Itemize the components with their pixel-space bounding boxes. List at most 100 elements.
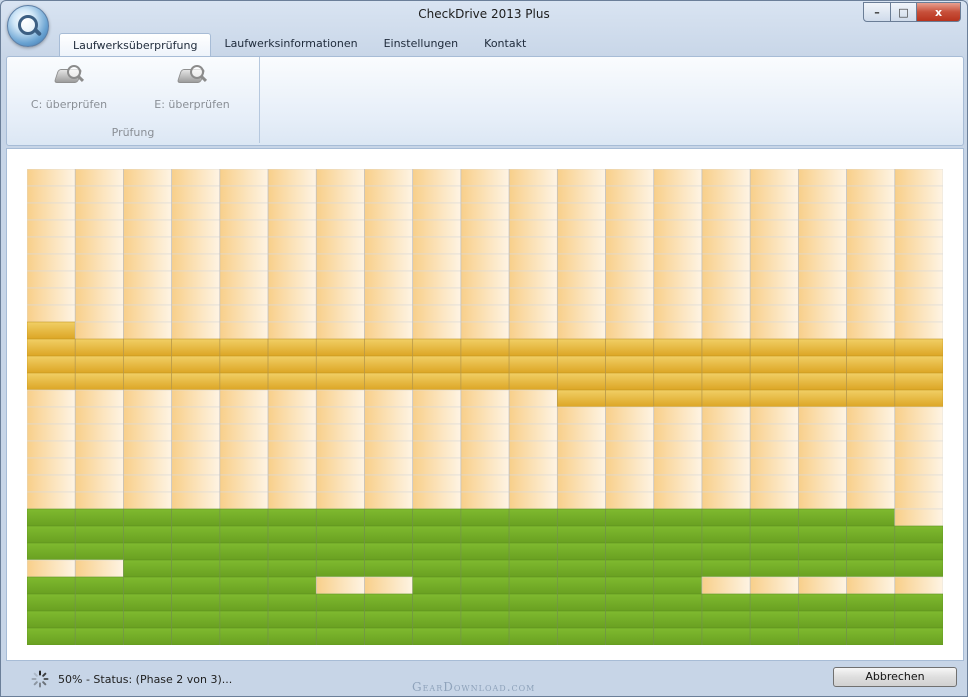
sector-cell-pending: [74, 236, 124, 255]
sector-cell-pending: [749, 474, 799, 493]
sector-cell-pending: [315, 202, 365, 221]
sector-cell-pending: [846, 423, 896, 442]
sector-cell-ok: [315, 627, 365, 645]
sector-cell-ok: [605, 627, 655, 645]
sector-cell-pending: [749, 202, 799, 221]
sector-cell-pending: [171, 406, 221, 425]
sector-cell-pending: [74, 169, 124, 187]
sector-cell-ok: [364, 610, 413, 629]
sector-cell-ok: [412, 559, 462, 578]
sector-cell-pending: [798, 304, 847, 323]
sector-cell-ok: [219, 610, 269, 629]
sector-cell-scanning: [508, 355, 558, 374]
sector-cell-scanning: [894, 389, 943, 408]
maximize-button[interactable]: □: [891, 2, 917, 22]
sector-cell-pending: [653, 491, 703, 510]
sector-cell-pending: [508, 304, 558, 323]
sector-cell-pending: [653, 457, 703, 476]
sector-cell-ok: [267, 559, 317, 578]
sector-cell-pending: [74, 423, 124, 442]
sector-cell-pending: [701, 406, 751, 425]
sector-cell-pending: [749, 287, 799, 306]
sector-cell-pending: [508, 236, 558, 255]
sector-cell-pending: [894, 202, 943, 221]
sector-cell-ok: [557, 593, 606, 612]
sector-cell-pending: [123, 236, 172, 255]
sector-cell-ok: [846, 508, 896, 527]
sector-cell-pending: [219, 185, 269, 204]
sector-cell-pending: [364, 270, 413, 289]
sector-cell-pending: [653, 406, 703, 425]
sector-cell-ok: [846, 610, 896, 629]
sector-cell-ok: [798, 542, 847, 561]
sector-cell-ok: [412, 627, 462, 645]
sector-cell-ok: [267, 576, 317, 595]
sector-cell-scanning: [508, 338, 558, 357]
tab-laufwerksueberpruefung[interactable]: Laufwerksüberprüfung: [59, 33, 212, 57]
sector-cell-pending: [27, 406, 76, 425]
app-menu-orb[interactable]: [7, 5, 49, 47]
sector-cell-pending: [798, 253, 847, 272]
close-button[interactable]: x: [917, 2, 961, 22]
sector-cell-pending: [267, 185, 317, 204]
sector-cell-pending: [460, 253, 510, 272]
sector-cell-pending: [219, 457, 269, 476]
tab-einstellungen[interactable]: Einstellungen: [371, 32, 472, 56]
sector-cell-ok: [171, 525, 221, 544]
sector-cell-pending: [605, 491, 655, 510]
sector-cell-pending: [894, 457, 943, 476]
sector-cell-pending: [315, 236, 365, 255]
sector-cell-ok: [460, 525, 510, 544]
sector-cell-pending: [315, 321, 365, 340]
sector-cell-pending: [749, 185, 799, 204]
sector-cell-ok: [653, 593, 703, 612]
sector-cell-pending: [267, 406, 317, 425]
title-bar[interactable]: CheckDrive 2013 Plus – □ x: [1, 1, 967, 29]
sector-cell-pending: [219, 202, 269, 221]
sector-cell-pending: [605, 202, 655, 221]
sector-cell-pending: [846, 304, 896, 323]
sector-cell-ok: [605, 508, 655, 527]
sector-cell-ok: [267, 525, 317, 544]
check-drive-e-button[interactable]: E: überprüfen: [144, 61, 240, 115]
sector-cell-ok: [27, 508, 76, 527]
sector-cell-pending: [364, 389, 413, 408]
sector-cell-pending: [701, 287, 751, 306]
sector-cell-ok: [74, 610, 124, 629]
minimize-button[interactable]: –: [863, 2, 891, 22]
sector-cell-pending: [605, 219, 655, 238]
sector-cell-pending: [412, 440, 462, 459]
sector-cell-pending: [27, 169, 76, 187]
sector-cell-pending: [846, 270, 896, 289]
sector-cell-pending: [749, 321, 799, 340]
sector-cell-ok: [508, 593, 558, 612]
sector-cell-scanning: [653, 389, 703, 408]
tab-kontakt[interactable]: Kontakt: [471, 32, 539, 56]
sector-cell-pending: [653, 440, 703, 459]
tab-laufwerksinformationen[interactable]: Laufwerksinformationen: [211, 32, 370, 56]
sector-cell-pending: [27, 440, 76, 459]
sector-cell-ok: [508, 508, 558, 527]
sector-cell-ok: [171, 627, 221, 645]
sector-cell-pending: [364, 287, 413, 306]
sector-cell-pending: [894, 270, 943, 289]
sector-cell-pending: [267, 287, 317, 306]
sector-grid: [27, 169, 943, 645]
sector-cell-pending: [846, 253, 896, 272]
sector-cell-pending: [74, 406, 124, 425]
sector-cell-pending: [315, 219, 365, 238]
sector-cell-pending: [605, 440, 655, 459]
sector-cell-pending: [846, 236, 896, 255]
sector-map: [27, 169, 943, 645]
check-drive-c-button[interactable]: C: überprüfen: [21, 61, 117, 115]
sector-cell-pending: [412, 169, 462, 187]
sector-cell-ok: [605, 593, 655, 612]
sector-cell-pending: [412, 457, 462, 476]
sector-cell-ok: [798, 508, 847, 527]
cancel-button[interactable]: Abbrechen: [833, 667, 957, 687]
sector-cell-pending: [412, 287, 462, 306]
sector-cell-pending: [605, 423, 655, 442]
sector-cell-pending: [894, 253, 943, 272]
sector-cell-scanning: [701, 389, 751, 408]
sector-cell-pending: [749, 169, 799, 187]
